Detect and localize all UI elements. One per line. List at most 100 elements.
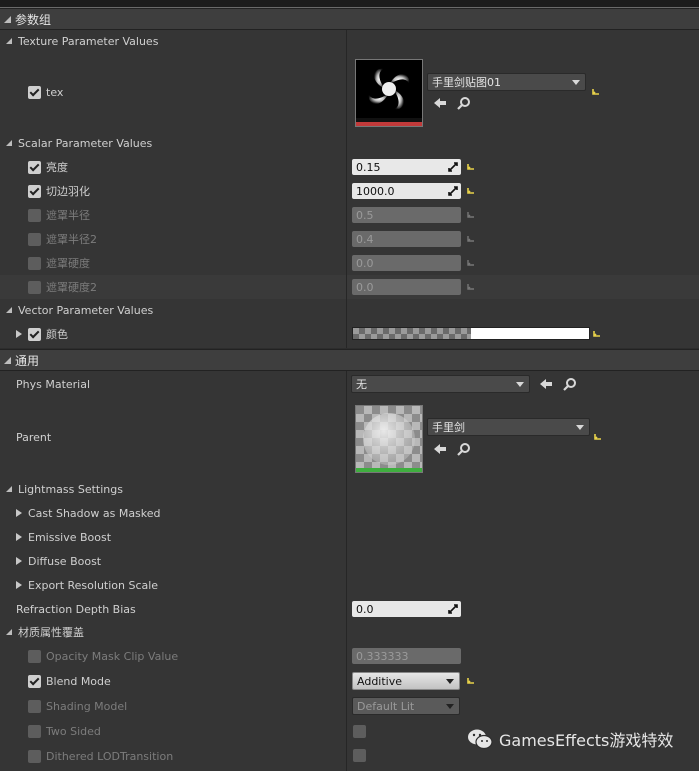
general-body: Phys Material 无 Parent 手里剑 Lightmass Set… [0,371,699,771]
expand-triangle-icon [16,509,22,517]
browse-search-icon[interactable] [457,96,471,110]
lightmass-item-cast-shadow[interactable]: Cast Shadow as Masked [16,502,161,524]
opacity-clip-field: 0.333333 [352,648,461,664]
column-divider [346,371,347,771]
param-value-field: 0.4 [352,231,461,247]
param-label: 遮罩半径 [46,209,90,222]
parent-material-thumbnail[interactable] [355,405,423,473]
lightmass-item-diffuse-boost[interactable]: Diffuse Boost [16,550,101,572]
scalar-section-header[interactable]: Scalar Parameter Values [6,132,152,154]
collapse-triangle-icon [4,356,11,364]
chevron-down-icon [446,679,454,684]
override-checkbox[interactable] [28,649,41,663]
param-checkbox[interactable] [28,232,41,246]
param-checkbox[interactable] [28,208,41,222]
scalar-param-row: 遮罩半径 [28,204,90,226]
dropdown-value: Additive [357,674,402,688]
reset-to-default-icon[interactable] [466,676,476,686]
reset-to-default-icon [467,236,474,242]
param-value: 0.4 [356,232,374,246]
label-text: Dithered LODTransition [46,749,174,763]
category-title: 参数组 [15,12,52,27]
override-checkbox[interactable] [28,724,41,738]
column-divider [346,30,347,348]
scalar-param-row: 遮罩硬度 [28,252,90,274]
reset-to-default-icon[interactable] [592,329,602,339]
lightmass-item-export-resolution[interactable]: Export Resolution Scale [16,574,158,596]
drag-arrows-icon [448,186,458,196]
scalar-param-row: 遮罩半径2 [28,228,97,250]
param-value-field[interactable]: 0.15 [352,159,461,175]
reset-to-default-icon[interactable] [466,162,476,172]
override-checkbox[interactable] [28,674,41,688]
param-checkbox[interactable] [28,184,41,198]
browse-search-icon[interactable] [457,442,471,456]
param-value-field: 0.5 [352,207,461,223]
use-selected-arrow-icon[interactable] [433,442,447,456]
param-value-field: 0.0 [352,279,461,295]
scalar-param-row: 亮度 [28,156,68,178]
field-value: 0.333333 [356,649,409,663]
label-text: Parent [16,430,52,444]
expand-triangle-icon [16,581,22,589]
param-checkbox[interactable] [28,327,41,341]
item-label: Emissive Boost [28,530,112,544]
blend-mode-dropdown[interactable]: Additive [352,672,460,690]
param-checkbox[interactable] [28,280,41,294]
reset-to-default-icon[interactable] [591,87,601,97]
blend-mode-row: Blend Mode [28,670,111,692]
section-title: Scalar Parameter Values [18,136,153,150]
param-value: 0.5 [356,208,374,222]
expand-triangle-icon[interactable] [16,330,22,338]
param-label: 遮罩硬度2 [46,281,97,294]
color-swatch[interactable] [352,327,590,340]
reset-to-default-icon[interactable] [466,186,476,196]
drag-arrows-icon [448,162,458,172]
dropdown-value: 无 [356,378,367,391]
param-group-body: Texture Parameter Values tex 手里剑贴图01 Sca… [0,30,699,348]
tex-checkbox[interactable] [28,85,41,99]
param-label: 亮度 [46,161,68,174]
collapse-triangle-icon [6,140,12,146]
param-checkbox[interactable] [28,256,41,270]
tex-label: tex [46,85,64,99]
texture-asset-name: 手里剑贴图01 [432,76,501,89]
texture-asset-dropdown[interactable]: 手里剑贴图01 [427,73,586,91]
reset-to-default-icon [467,284,474,290]
dithered-checkbox [353,749,366,762]
dithered-row: Dithered LODTransition [28,745,173,767]
param-value-field: 0.0 [352,255,461,271]
category-param-group[interactable]: 参数组 [0,8,699,30]
lightmass-header[interactable]: Lightmass Settings [6,478,123,500]
parent-asset-name: 手里剑 [432,421,465,434]
use-selected-arrow-icon[interactable] [539,377,553,391]
parent-asset-dropdown[interactable]: 手里剑 [427,418,590,436]
param-checkbox[interactable] [28,160,41,174]
param-value: 0.0 [356,280,374,294]
scalar-param-row: 切边羽化 [28,180,90,202]
use-selected-arrow-icon[interactable] [433,96,447,110]
vector-section-header[interactable]: Vector Parameter Values [6,299,153,321]
phys-material-dropdown[interactable]: 无 [351,375,530,393]
label-text: Phys Material [16,377,91,391]
category-general[interactable]: 通用 [0,349,699,371]
param-value: 1000.0 [356,184,395,198]
section-title: Lightmass Settings [18,482,123,496]
param-value-field[interactable]: 1000.0 [352,183,461,199]
collapse-triangle-icon [6,629,12,635]
top-band [0,0,699,8]
shading-model-row: Shading Model [28,695,127,717]
lightmass-item-emissive-boost[interactable]: Emissive Boost [16,526,111,548]
override-checkbox[interactable] [28,699,41,713]
texture-section-header[interactable]: Texture Parameter Values [6,30,158,52]
expand-triangle-icon [16,533,22,541]
override-checkbox[interactable] [28,749,41,763]
label-text: Opacity Mask Clip Value [46,649,179,663]
texture-thumbnail[interactable] [355,59,423,127]
reset-to-default-icon[interactable] [593,432,603,442]
material-override-header[interactable]: 材质属性覆盖 [6,621,84,643]
color-fill [471,328,589,339]
field-value: 0.0 [356,602,374,616]
refraction-value-field[interactable]: 0.0 [352,601,461,617]
browse-search-icon[interactable] [563,377,577,391]
